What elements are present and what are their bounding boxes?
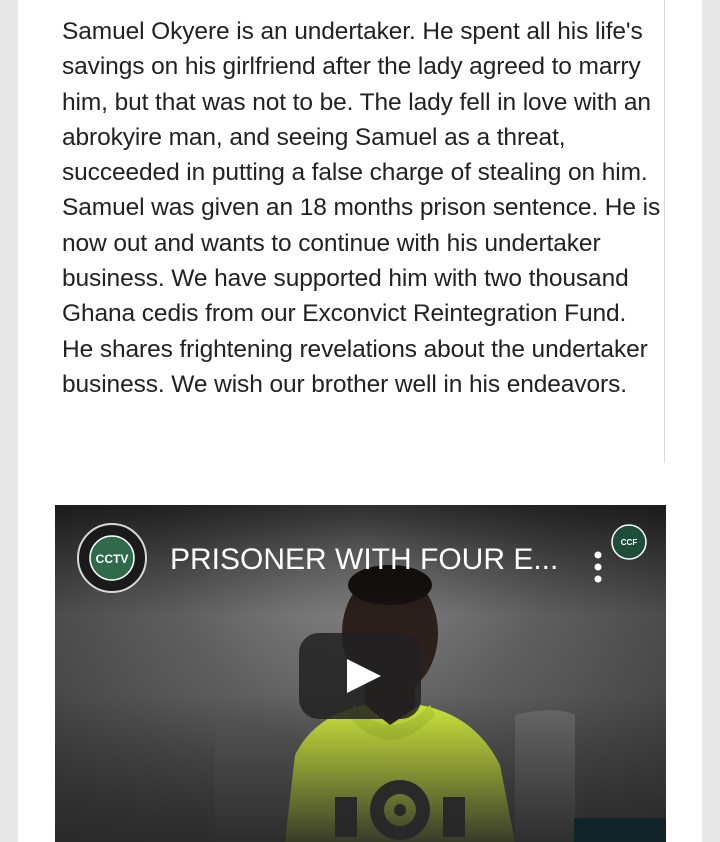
channel-logo-label: CCTV bbox=[96, 552, 129, 566]
video-embed[interactable]: CCTV PRISONER WITH FOUR E... CCF bbox=[55, 505, 666, 842]
video-title[interactable]: PRISONER WITH FOUR E... bbox=[170, 543, 558, 577]
video-corner-overlay bbox=[574, 818, 666, 842]
more-vert-icon[interactable] bbox=[588, 549, 608, 585]
channel-logo[interactable]: CCTV bbox=[77, 523, 147, 593]
article-text-block: Samuel Okyere is an undertaker. He spent… bbox=[62, 14, 662, 463]
play-button[interactable] bbox=[299, 633, 421, 719]
article-body: Samuel Okyere is an undertaker. He spent… bbox=[62, 18, 661, 398]
ccf-watermark-logo: CCF bbox=[611, 524, 647, 560]
play-icon bbox=[347, 659, 381, 693]
ccf-watermark-label: CCF bbox=[621, 538, 638, 547]
text-block-border bbox=[664, 0, 665, 463]
page: Samuel Okyere is an undertaker. He spent… bbox=[0, 0, 720, 842]
